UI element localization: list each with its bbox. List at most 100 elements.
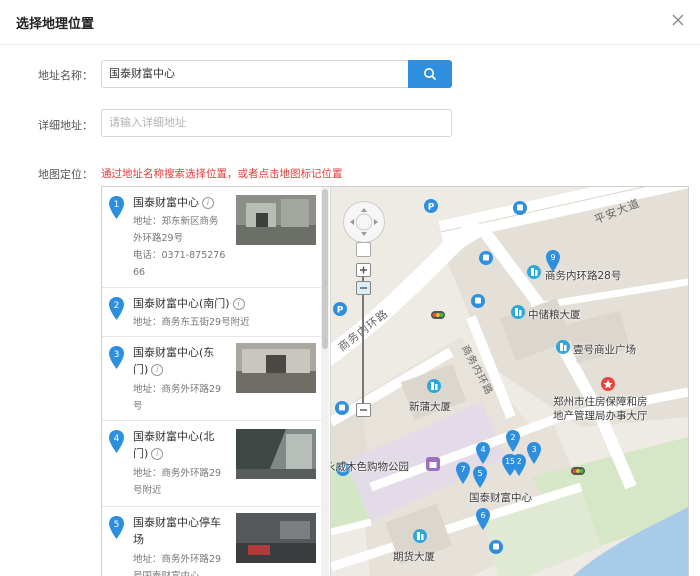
bus-stop-icon [489,540,503,554]
svg-text:4: 4 [114,434,120,444]
result-name: 国泰财富中心 [133,196,199,209]
government-icon [601,377,615,391]
slider-handle-icon [360,287,367,289]
result-detail: 地址：商务外环路29 [133,468,222,479]
result-item[interactable]: 2 国泰财富中心(南门) i 地址：商务东五街29号附近 [102,288,321,337]
dialog-header: 选择地理位置 [0,0,700,45]
traffic-light-icon [431,311,445,319]
map-pan-control[interactable] [343,201,385,243]
result-name: 门) [133,447,149,460]
info-icon[interactable]: i [151,448,164,460]
results-scrollbar-thumb[interactable] [322,189,328,349]
info-icon[interactable]: i [232,298,245,310]
building-icon [527,265,541,279]
result-detail: 地址：商务外环路29 [133,554,222,565]
svg-text:5: 5 [114,520,120,530]
result-detail: 号附近 [133,485,162,496]
building-icon [511,305,525,319]
zoom-slider-handle[interactable] [356,281,371,295]
minus-icon [360,409,367,411]
map-marker-pin[interactable]: 3 [526,441,542,465]
building-icon [427,379,441,393]
result-name: 国泰财富中心(东 [133,346,215,359]
map-marker-pin[interactable]: 15 [501,453,519,477]
svg-text:P: P [337,306,344,316]
map-center-button[interactable] [356,242,371,257]
map-marker-pin[interactable]: 4 [475,441,491,465]
map-label-yongwei: 永威木色购物公园 [331,461,409,473]
svg-text:15: 15 [505,457,515,466]
bus-stop-icon [479,251,493,265]
marker-pin-icon: 1 [109,196,124,219]
building-icon [413,529,427,543]
map-view[interactable]: 平安大道 商务内环路 商务内环路 P P 商务内环路28号 中储粮大厦 壹号商业… [331,187,688,576]
svg-text:2: 2 [114,301,120,311]
map-marker-pin[interactable]: 2 [505,429,521,453]
dialog-title: 选择地理位置 [16,17,95,32]
map-picker: 1 国泰财富中心 i 地址：郑东新区商务 外环路29号 电话：0371-87527… [101,186,689,576]
marker-pin-icon: 4 [109,430,124,453]
building-icon [556,340,570,354]
map-label-housing-1: 郑州市住房保障和房 [553,396,648,408]
parking-icon: P [333,302,347,316]
svg-text:P: P [428,203,435,213]
marker-pin-icon: 3 [109,346,124,369]
result-detail: 地址：郑东新区商务 [133,216,219,227]
result-item[interactable]: 3 国泰财富中心(东 门) i 地址：商务外环路29 号 [102,337,321,421]
marker-pin-icon: 5 [109,516,124,539]
shopping-icon [426,457,440,471]
result-item[interactable]: 4 国泰财富中心(北 门) i 地址：商务外环路29 号附近 [102,421,321,507]
svg-text:3: 3 [114,350,120,360]
search-button[interactable] [408,60,452,88]
address-name-label: 地址名称： [38,69,93,82]
detail-address-label: 详细地址： [38,119,93,132]
bus-stop-icon [335,401,349,415]
map-label-guotai: 国泰财富中心 [469,492,532,504]
svg-text:9: 9 [550,253,555,262]
map-hint: 通过地址名称搜索选择位置，或者点击地图标记位置 [101,168,343,180]
map-marker-pin[interactable]: 9 [545,249,561,273]
info-icon[interactable]: i [151,364,164,376]
parking-photo [236,513,316,563]
parking-icon: P [424,199,438,213]
result-detail: 外环路29号 [133,233,184,244]
result-detail: 号 [133,401,143,412]
map-marker-pin[interactable]: 6 [475,507,491,531]
svg-text:7: 7 [460,465,465,474]
zoom-out-button[interactable] [356,403,371,417]
building-photo [236,343,316,393]
map-label-xinpu: 新蒲大厦 [409,401,451,413]
result-name: 国泰财富中心(南门) [133,297,230,310]
bus-stop-icon [471,294,485,308]
result-detail: 地址：商务外环路29 [133,384,222,395]
map-marker-pin[interactable]: 5 [472,465,488,489]
building-photo [236,429,316,479]
svg-text:3: 3 [531,445,536,454]
bus-stop-icon [513,201,527,215]
plus-icon [360,266,367,274]
result-item[interactable]: 5 国泰财富中心停车 场 地址：商务外环路29 号国泰财富中心 [102,507,321,576]
map-marker-pin[interactable]: 7 [455,461,471,485]
detail-address-input[interactable]: 请输入详细地址 [101,109,452,137]
result-item[interactable]: 1 国泰财富中心 i 地址：郑东新区商务 外环路29号 电话：0371-87527… [102,187,321,288]
result-detail: 66 [133,267,146,278]
info-icon[interactable]: i [202,197,214,209]
zoom-in-button[interactable] [356,263,371,277]
map-label-yihao: 壹号商业广场 [573,344,636,356]
search-results-list: 1 国泰财富中心 i 地址：郑东新区商务 外环路29号 电话：0371-87527… [102,187,331,576]
map-location-label: 地图定位： [38,168,93,181]
result-detail: 地址：商务东五街29号附近 [133,317,250,328]
result-name: 国泰财富中心(北 [133,430,215,443]
svg-text:2: 2 [510,433,515,442]
svg-text:1: 1 [114,200,120,210]
map-label-qihuo: 期货大厦 [393,551,435,563]
marker-pin-icon: 2 [109,297,124,320]
result-name: 国泰财富中心停车 [133,516,221,529]
pan-arrows-icon [350,208,378,236]
map-label-zhongchu: 中储粮大厦 [528,309,581,321]
address-name-input[interactable]: 国泰财富中心 [101,60,409,88]
building-photo [236,195,316,245]
result-detail: 号国泰财富中心 [133,568,200,576]
close-icon[interactable] [670,12,686,28]
svg-text:4: 4 [480,445,485,454]
